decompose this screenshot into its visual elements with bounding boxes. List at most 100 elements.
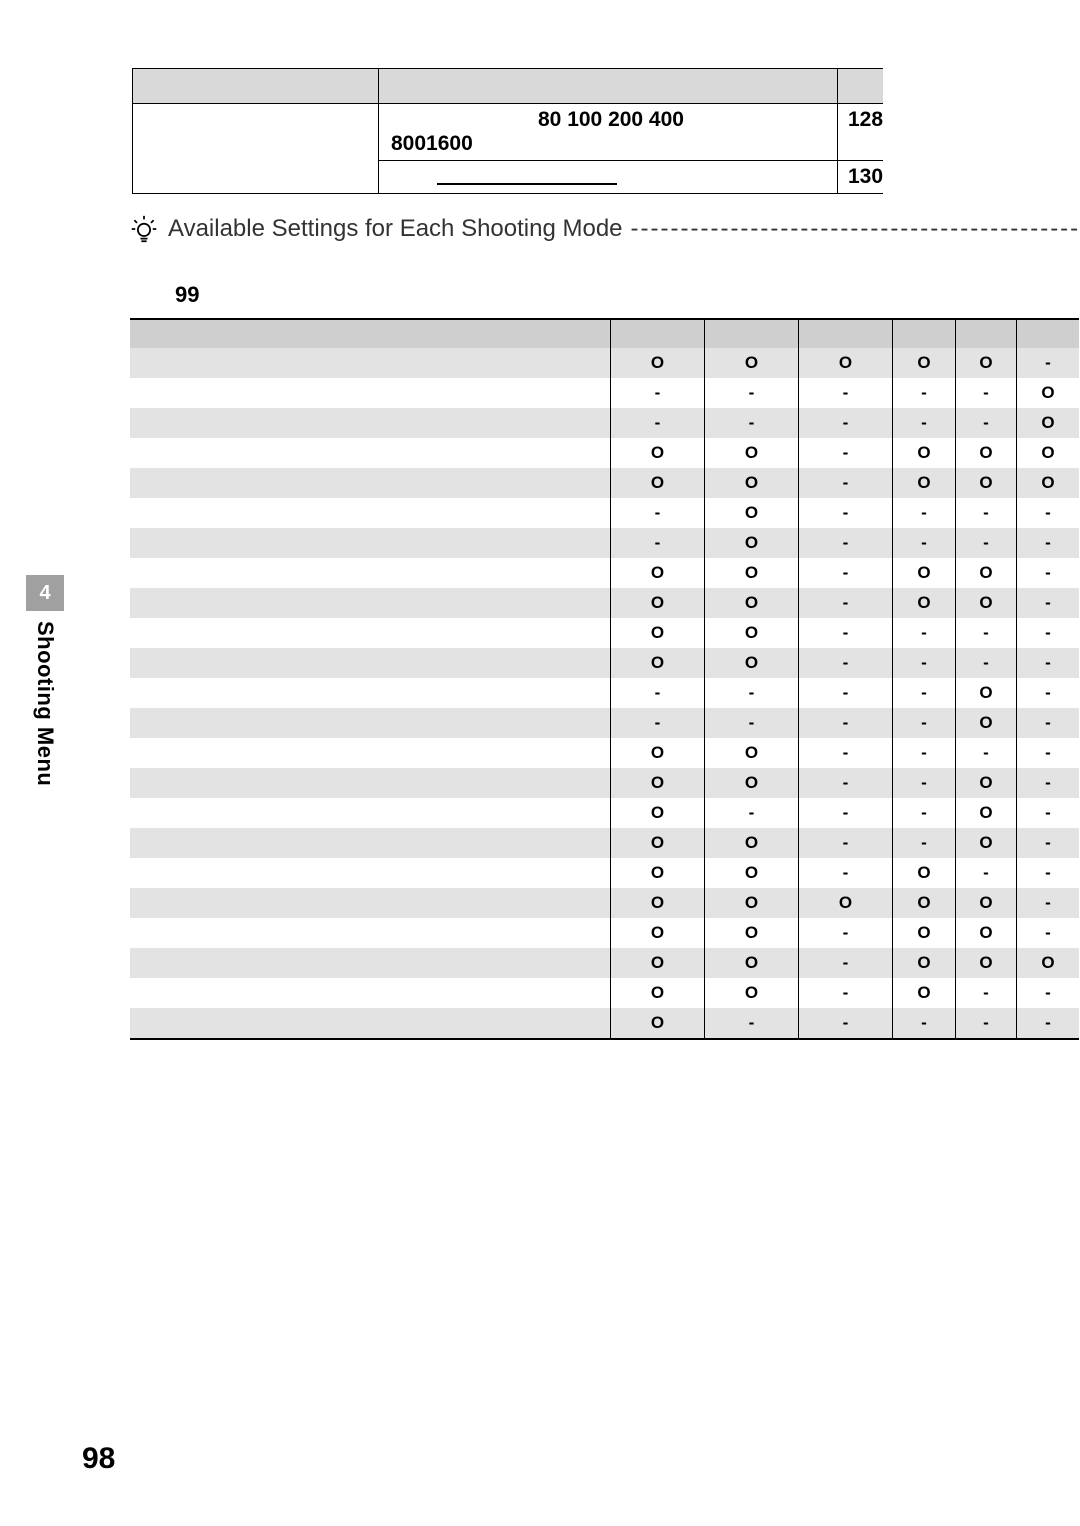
row-label-cell <box>130 708 611 738</box>
available-mark: O <box>745 773 758 792</box>
unavailable-mark: - <box>1045 713 1051 732</box>
unavailable-mark: - <box>655 503 661 522</box>
availability-cell: - <box>1017 678 1080 708</box>
unavailable-mark: - <box>1045 833 1051 852</box>
available-mark: O <box>745 983 758 1002</box>
available-mark: O <box>651 923 664 942</box>
availability-cell: - <box>799 798 893 828</box>
availability-cell: O <box>956 918 1017 948</box>
unavailable-mark: - <box>843 743 849 762</box>
availability-cell: - <box>611 678 705 708</box>
availability-cell: - <box>799 1008 893 1039</box>
availability-cell: - <box>893 618 956 648</box>
available-mark: O <box>745 533 758 552</box>
availability-cell: - <box>705 378 799 408</box>
unavailable-mark: - <box>843 803 849 822</box>
available-mark: O <box>1041 473 1054 492</box>
availability-cell: O <box>705 558 799 588</box>
unavailable-mark: - <box>1045 983 1051 1002</box>
ref-cell: 80 100 200 400 8001600 <box>379 104 838 161</box>
availability-cell: - <box>1017 798 1080 828</box>
available-mark: O <box>979 803 992 822</box>
unavailable-mark: - <box>655 413 661 432</box>
available-mark: O <box>979 353 992 372</box>
availability-cell: - <box>799 618 893 648</box>
availability-cell: - <box>893 498 956 528</box>
availability-cell: - <box>705 408 799 438</box>
unavailable-mark: - <box>1045 893 1051 912</box>
available-mark: O <box>979 953 992 972</box>
availability-cell: - <box>799 468 893 498</box>
unavailable-mark: - <box>843 503 849 522</box>
unavailable-mark: - <box>843 1013 849 1032</box>
availability-cell: - <box>799 708 893 738</box>
unavailable-mark: - <box>921 1013 927 1032</box>
available-mark: O <box>745 443 758 462</box>
available-mark: O <box>651 473 664 492</box>
table-row: OO--O- <box>130 828 1079 858</box>
availability-cell: O <box>893 978 956 1008</box>
availability-cell: - <box>893 648 956 678</box>
availability-cell: - <box>611 708 705 738</box>
available-mark: O <box>917 353 930 372</box>
availability-cell: O <box>705 978 799 1008</box>
row-label-cell <box>130 678 611 708</box>
available-mark: O <box>651 983 664 1002</box>
availability-cell: O <box>1017 378 1080 408</box>
table-row: OOOOO- <box>130 348 1079 378</box>
availability-cell: O <box>611 348 705 378</box>
available-mark: O <box>651 443 664 462</box>
ref-header-cell <box>379 69 838 104</box>
unavailable-mark: - <box>921 623 927 642</box>
available-mark: O <box>745 953 758 972</box>
availability-cell: - <box>893 708 956 738</box>
availability-cell: - <box>799 828 893 858</box>
availability-cell: - <box>799 648 893 678</box>
row-label-cell <box>130 438 611 468</box>
table-row: OO--O- <box>130 768 1079 798</box>
available-mark: O <box>651 803 664 822</box>
available-mark: O <box>917 443 930 462</box>
available-mark: O <box>839 353 852 372</box>
table-row: OO---- <box>130 648 1079 678</box>
availability-cell: O <box>893 918 956 948</box>
unavailable-mark: - <box>983 533 989 552</box>
availability-cell: - <box>705 1008 799 1039</box>
unavailable-mark: - <box>843 863 849 882</box>
ref-header-cell <box>838 69 884 104</box>
unavailable-mark: - <box>983 653 989 672</box>
availability-cell: O <box>956 348 1017 378</box>
unavailable-mark: - <box>843 833 849 852</box>
availability-cell: - <box>1017 918 1080 948</box>
chapter-number-box: 4 <box>26 575 64 611</box>
table-row: -----O <box>130 408 1079 438</box>
availability-cell: O <box>1017 948 1080 978</box>
availability-cell: - <box>705 798 799 828</box>
availability-cell: - <box>1017 768 1080 798</box>
unavailable-mark: - <box>843 593 849 612</box>
unavailable-mark: - <box>1045 683 1051 702</box>
row-label-cell <box>130 858 611 888</box>
available-mark: O <box>979 713 992 732</box>
availability-cell: O <box>611 438 705 468</box>
unavailable-mark: - <box>843 923 849 942</box>
availability-cell: O <box>956 828 1017 858</box>
unavailable-mark: - <box>921 533 927 552</box>
available-mark: O <box>651 563 664 582</box>
table-row: O---O- <box>130 798 1079 828</box>
row-label-cell <box>130 918 611 948</box>
available-mark: O <box>1041 953 1054 972</box>
available-mark: O <box>917 923 930 942</box>
availability-cell: O <box>1017 408 1080 438</box>
available-mark: O <box>651 893 664 912</box>
available-mark: O <box>979 593 992 612</box>
row-label-cell <box>130 888 611 918</box>
row-label-cell <box>130 498 611 528</box>
availability-cell: O <box>705 858 799 888</box>
unavailable-mark: - <box>921 833 927 852</box>
page-number: 98 <box>82 1442 115 1476</box>
availability-cell: O <box>705 828 799 858</box>
availability-cell: O <box>611 978 705 1008</box>
row-label-cell <box>130 768 611 798</box>
available-mark: O <box>745 353 758 372</box>
